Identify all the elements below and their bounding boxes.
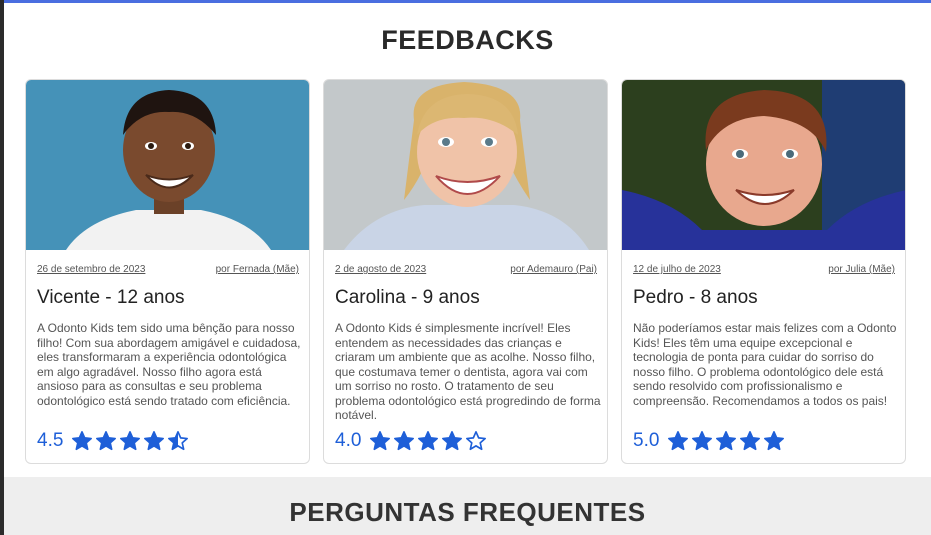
rating: 5.0 — [633, 430, 785, 452]
star-full-icon — [442, 431, 463, 451]
child-photo — [324, 80, 607, 250]
star-full-icon — [394, 431, 415, 451]
card-date: 26 de setembro de 2023 — [37, 264, 146, 275]
card-author: por Ademauro (Pai) — [510, 264, 597, 275]
child-name: Pedro - 8 anos — [633, 287, 758, 308]
feedback-card: 12 de julho de 2023 por Julia (Mãe) Pedr… — [621, 79, 906, 464]
star-full-icon — [120, 431, 141, 451]
star-full-icon — [96, 431, 117, 451]
child-photo — [26, 80, 309, 250]
rating-value: 4.5 — [37, 430, 64, 451]
card-author: por Fernada (Mãe) — [215, 264, 299, 275]
testimonial-text: A Odonto Kids é simplesmente incrível! E… — [335, 321, 601, 422]
rating: 4.5 — [37, 430, 189, 452]
star-full-icon — [716, 431, 737, 451]
star-rating — [667, 430, 785, 452]
star-half-icon — [168, 431, 189, 451]
card-date: 12 de julho de 2023 — [633, 264, 721, 275]
star-rating — [71, 430, 189, 452]
rating-value: 4.0 — [335, 430, 362, 451]
card-author: por Julia (Mãe) — [828, 264, 895, 275]
feedback-card: 26 de setembro de 2023 por Fernada (Mãe)… — [25, 79, 310, 464]
star-full-icon — [668, 431, 689, 451]
card-meta: 2 de agosto de 2023 por Ademauro (Pai) — [335, 264, 597, 275]
star-full-icon — [370, 431, 391, 451]
child-photo — [622, 80, 905, 250]
page: FEEDBACKS 26 de setembro de 2023 por Fer… — [4, 0, 931, 535]
star-full-icon — [740, 431, 761, 451]
testimonial-text: Não poderíamos estar mais felizes com a … — [633, 321, 897, 408]
card-meta: 12 de julho de 2023 por Julia (Mãe) — [633, 264, 895, 275]
star-full-icon — [692, 431, 713, 451]
star-empty-icon — [466, 431, 487, 451]
card-meta: 26 de setembro de 2023 por Fernada (Mãe) — [37, 264, 299, 275]
feedbacks-title: FEEDBACKS — [381, 25, 554, 55]
faq-title: PERGUNTAS FREQUENTES — [289, 497, 646, 527]
rating-value: 5.0 — [633, 430, 660, 451]
card-date: 2 de agosto de 2023 — [335, 264, 427, 275]
child-name: Carolina - 9 anos — [335, 287, 480, 308]
star-full-icon — [764, 431, 785, 451]
child-name: Vicente - 12 anos — [37, 287, 185, 308]
feedback-card: 2 de agosto de 2023 por Ademauro (Pai) C… — [323, 79, 608, 464]
star-full-icon — [418, 431, 439, 451]
star-full-icon — [144, 431, 165, 451]
star-rating — [369, 430, 487, 452]
testimonial-text: A Odonto Kids tem sido uma bênção para n… — [37, 321, 301, 408]
star-full-icon — [72, 431, 93, 451]
rating: 4.0 — [335, 430, 487, 452]
